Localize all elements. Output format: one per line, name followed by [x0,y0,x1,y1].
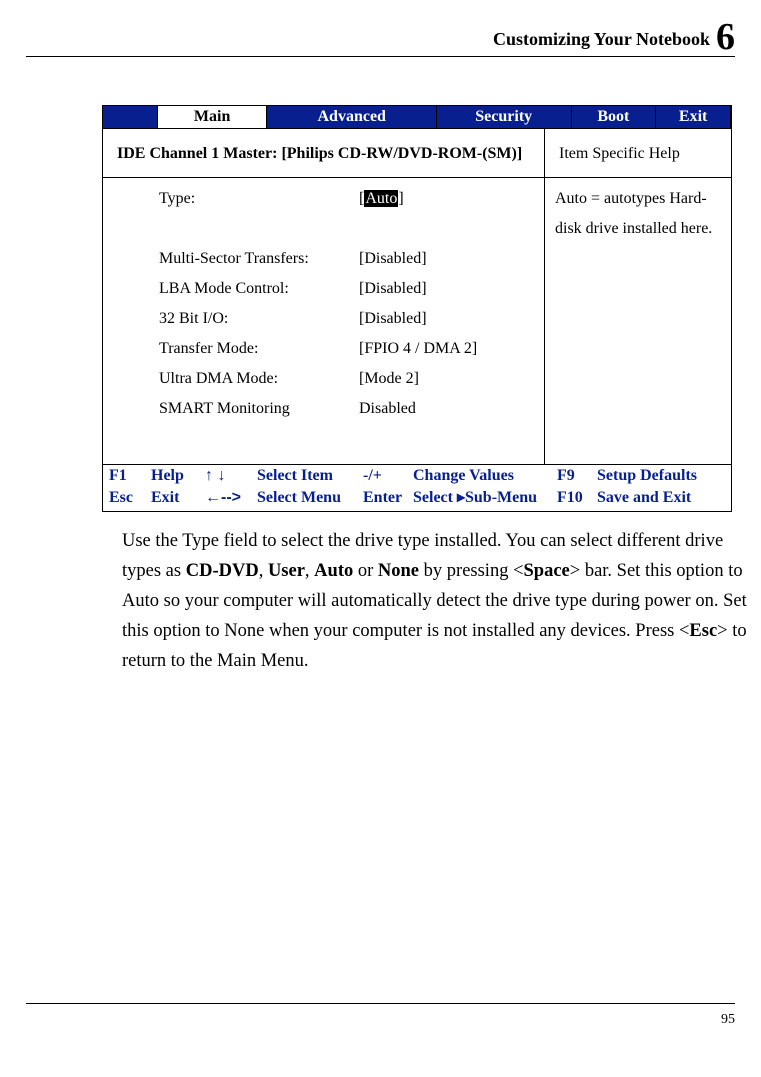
key-f9: F9 [557,465,597,487]
para-span: by pressing < [419,561,523,581]
para-span: , [305,561,314,581]
bios-tab-bar: Main Advanced Security Boot Exit [103,106,731,129]
setting-value: [Disabled] [359,310,427,328]
settings-list: Type: [Auto] Multi-Sector Transfers: [Di… [103,178,545,464]
footer-rule [26,1003,735,1004]
setting-label: Ultra DMA Mode: [159,370,359,388]
tab-boot[interactable]: Boot [572,106,657,129]
key-esc: Esc [109,487,151,509]
key-exit: Exit [151,487,205,509]
key-setup-defaults: Setup Defaults [597,465,725,487]
bold-space: Space [524,561,570,581]
setting-label: LBA Mode Control: [159,280,359,298]
setting-value: Disabled [359,400,416,418]
setting-label: 32 Bit I/O: [159,310,359,328]
key-select-item: Select Item [257,465,363,487]
setting-value-highlighted: Auto [364,190,398,207]
setting-row-lba[interactable]: LBA Mode Control: [Disabled] [159,274,544,304]
setting-row-type[interactable]: Type: [Auto] [159,184,544,214]
tab-spacer [103,106,158,129]
chapter-number: 6 [716,20,735,54]
key-f1: F1 [109,465,151,487]
setting-row-udma[interactable]: Ultra DMA Mode: [Mode 2] [159,364,544,394]
key-select-menu: Select Menu [257,487,363,509]
key-change-values: Change Values [413,465,557,487]
key-help: Help [151,465,205,487]
setting-row-multisector[interactable]: Multi-Sector Transfers: [Disabled] [159,244,544,274]
key-select-submenu: Select ▸Sub-Menu [413,487,557,509]
key-enter: Enter [363,487,413,509]
panel-title: IDE Channel 1 Master: [Philips CD-RW/DVD… [103,129,545,177]
setting-label: SMART Monitoring [159,400,359,418]
para-span: , [259,561,268,581]
setting-row-32bit[interactable]: 32 Bit I/O: [Disabled] [159,304,544,334]
header-title: Customizing Your Notebook [493,29,710,54]
arrows-up-down-icon: ↑ ↓ [205,465,257,487]
setting-row-smart[interactable]: SMART Monitoring Disabled [159,394,544,424]
key-save-exit: Save and Exit [597,487,725,509]
body-paragraph: Use the Type field to select the drive t… [122,526,747,676]
setting-value: [FPIO 4 / DMA 2] [359,340,477,358]
para-span: or [353,561,378,581]
setting-value: [Disabled] [359,250,427,268]
help-pane-title: Item Specific Help [545,129,731,177]
bold-cd-dvd: CD-DVD [186,561,259,581]
setting-label: Type: [159,190,359,208]
arrows-left-right-icon: ←--> [205,487,257,509]
bold-user: User [268,561,305,581]
bold-none: None [378,561,419,581]
setting-label: Transfer Mode: [159,340,359,358]
tab-exit[interactable]: Exit [656,106,731,129]
setting-value: [Mode 2] [359,370,419,388]
tab-advanced[interactable]: Advanced [267,106,436,129]
page-header: Customizing Your Notebook 6 [26,20,735,57]
setting-value: [Disabled] [359,280,427,298]
bold-auto: Auto [314,561,353,581]
tab-security[interactable]: Security [437,106,572,129]
setting-row-transfer[interactable]: Transfer Mode: [FPIO 4 / DMA 2] [159,334,544,364]
page-number: 95 [721,1012,735,1028]
setting-label: Multi-Sector Transfers: [159,250,359,268]
help-text: Auto = autotypes Hard-disk drive install… [545,178,731,464]
bios-footer-row1: F1 Help ↑ ↓ Select Item -/+ Change Value… [103,465,731,487]
bios-screen: Main Advanced Security Boot Exit IDE Cha… [102,105,732,512]
bios-footer-row2: Esc Exit ←--> Select Menu Enter Select ▸… [103,487,731,511]
tab-main[interactable]: Main [158,106,268,129]
key-f10: F10 [557,487,597,509]
bold-esc: Esc [689,621,717,641]
setting-value: [Auto] [359,190,404,208]
key-minusplus: -/+ [363,465,413,487]
